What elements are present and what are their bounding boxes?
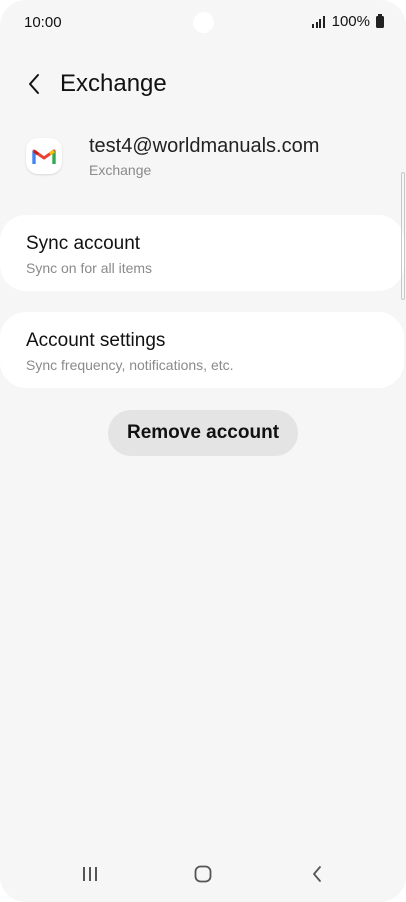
account-email: test4@worldmanuals.com	[89, 135, 320, 157]
battery-percentage: 100%	[331, 13, 370, 30]
scrollbar[interactable]	[401, 172, 405, 300]
sync-account-title: Sync account	[26, 233, 141, 254]
front-camera	[193, 12, 214, 33]
chevron-left-icon	[29, 74, 39, 94]
account-settings-title: Account settings	[26, 330, 166, 351]
gmail-icon	[26, 138, 62, 174]
header: Exchange	[0, 64, 406, 108]
status-time: 10:00	[24, 14, 62, 31]
account-settings-item[interactable]: Account settings Sync frequency, notific…	[0, 312, 404, 388]
recent-apps-button[interactable]	[76, 862, 104, 886]
battery-icon	[376, 13, 384, 28]
nav-back-button[interactable]	[303, 862, 331, 886]
sync-account-subtitle: Sync on for all items	[26, 260, 153, 276]
status-indicators: 100%	[312, 13, 384, 30]
account-settings-subtitle: Sync frequency, notifications, etc.	[26, 357, 234, 373]
back-button[interactable]	[20, 70, 48, 98]
remove-account-button[interactable]: Remove account	[108, 410, 298, 456]
home-icon	[194, 865, 212, 883]
sync-account-item[interactable]: Sync account Sync on for all items	[0, 215, 404, 291]
navigation-bar	[0, 850, 406, 902]
account-row: test4@worldmanuals.com Exchange	[0, 128, 406, 192]
account-type: Exchange	[89, 162, 152, 178]
page-title: Exchange	[60, 70, 167, 97]
recent-apps-icon	[83, 867, 97, 881]
status-bar: 10:00 100%	[0, 0, 406, 44]
phone-screen: 10:00 100% Exchange test4@worldmanuals.c…	[0, 0, 406, 902]
back-icon	[313, 866, 321, 882]
home-button[interactable]	[189, 862, 217, 886]
signal-icon	[312, 15, 325, 28]
